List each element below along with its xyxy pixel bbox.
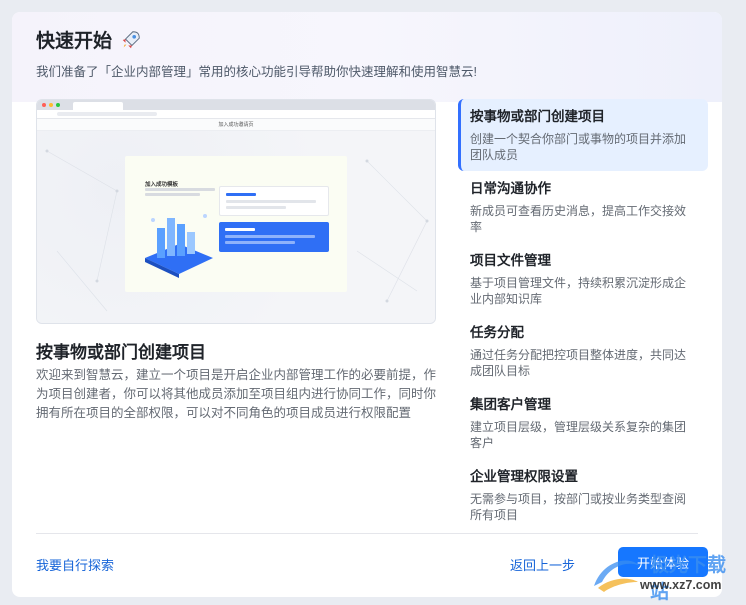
- dialog-subtitle: 我们准备了「企业内部管理」常用的核心功能引导帮助你快速理解和使用智慧云!: [36, 65, 477, 79]
- step-desc: 建立项目层级，管理层级关系复杂的集团客户: [470, 420, 687, 450]
- step-desc: 新成员可查看历史消息，提高工作交接效率: [470, 204, 687, 234]
- preview-card: 加入成功模板: [125, 156, 347, 292]
- dialog-title: 快速开始: [36, 26, 142, 53]
- quick-start-dialog: 快速开始 我们准备了「企业内部管理」常用的核心功能引导帮助你快速理解和使用智慧云…: [12, 12, 722, 597]
- feature-description: 欢迎来到智慧云，建立一个项目是开启企业内部管理工作的必要前提，作为项目创建者，你…: [36, 368, 437, 420]
- step-title: 任务分配: [470, 325, 524, 340]
- step-title: 企业管理权限设置: [470, 469, 578, 484]
- back-link[interactable]: 返回上一步: [510, 555, 575, 574]
- step-title: 按事物或部门创建项目: [470, 109, 605, 124]
- step-desc: 通过任务分配把控项目整体进度，共同达成团队目标: [470, 348, 687, 378]
- step-list: 按事物或部门创建项目 创建一个契合你部门或事物的项目并添加团队成员 日常沟通协作…: [458, 99, 708, 531]
- dialog-title-text: 快速开始: [36, 31, 113, 52]
- step-desc: 基于项目管理文件，持续积累沉淀形成企业内部知识库: [470, 276, 687, 306]
- preview-body: 加入成功模板: [37, 131, 435, 323]
- step-item-task-assignment[interactable]: 任务分配 通过任务分配把控项目整体进度，共同达成团队目标: [458, 315, 708, 387]
- browser-url-bar: [37, 110, 435, 119]
- browser-page-title: 加入成功邀请页: [37, 119, 435, 131]
- preview-card-title: 加入成功模板: [145, 182, 179, 188]
- step-desc: 创建一个契合你部门或事物的项目并添加团队成员: [470, 132, 687, 162]
- explore-link[interactable]: 我要自行探索: [36, 555, 114, 574]
- step-item-permissions[interactable]: 企业管理权限设置 无需参与项目，按部门或按业务类型查阅所有项目: [458, 459, 708, 531]
- step-item-communication[interactable]: 日常沟通协作 新成员可查看历史消息，提高工作交接效率: [458, 171, 708, 243]
- browser-tabbar: [37, 100, 435, 110]
- start-button[interactable]: 开始体验: [618, 547, 708, 577]
- footer-divider: [36, 533, 698, 534]
- step-desc: 无需参与项目，按部门或按业务类型查阅所有项目: [470, 492, 687, 522]
- step-title: 日常沟通协作: [470, 181, 551, 196]
- step-item-file-management[interactable]: 项目文件管理 基于项目管理文件，持续积累沉淀形成企业内部知识库: [458, 243, 708, 315]
- preview-screenshot: 加入成功邀请页 加入成功模板: [36, 99, 436, 324]
- step-title: 项目文件管理: [470, 253, 551, 268]
- feature-heading: 按事物或部门创建项目: [36, 343, 206, 362]
- isometric-illustration: [145, 214, 213, 278]
- step-item-group-clients[interactable]: 集团客户管理 建立项目层级，管理层级关系复杂的集团客户: [458, 387, 708, 459]
- rocket-icon: [122, 30, 140, 48]
- step-item-create-project[interactable]: 按事物或部门创建项目 创建一个契合你部门或事物的项目并添加团队成员: [458, 99, 708, 171]
- step-title: 集团客户管理: [470, 397, 551, 412]
